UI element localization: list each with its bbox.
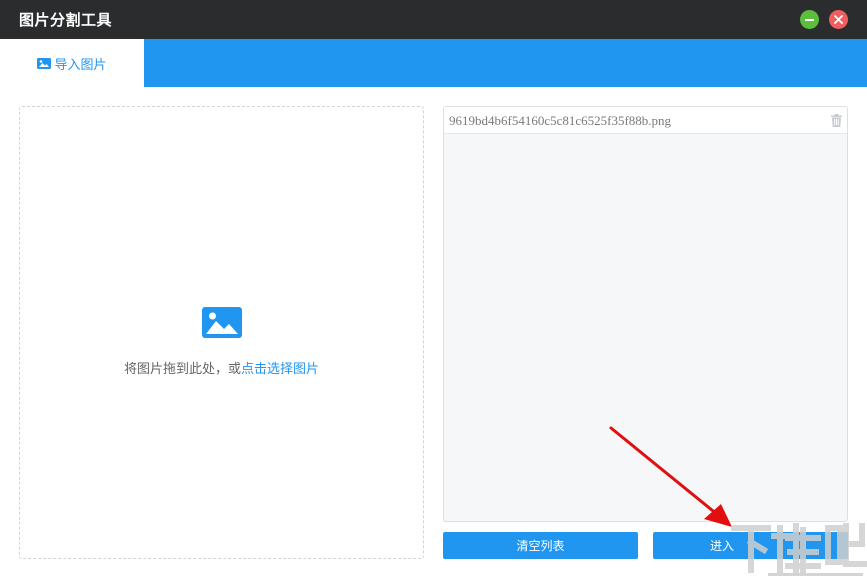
image-dropzone[interactable]: 将图片拖到此处，或点击选择图片 <box>19 106 424 559</box>
app-title: 图片分割工具 <box>19 11 113 29</box>
list-item[interactable]: 9619bd4b6f54160c5c81c6525f35f88b.png <box>444 107 847 134</box>
tab-label: 导入图片 <box>54 57 107 73</box>
dropzone-hint: 将图片拖到此处，或点击选择图片 <box>20 358 423 377</box>
select-image-link[interactable]: 点击选择图片 <box>241 362 319 377</box>
tab-bar: 导入图片 <box>0 39 867 87</box>
enter-button[interactable]: 进入 <box>653 532 848 559</box>
file-list: 9619bd4b6f54160c5c81c6525f35f88b.png <box>443 106 848 522</box>
tab-import-image[interactable]: 导入图片 <box>0 39 144 87</box>
image-icon <box>37 57 52 69</box>
minimize-button[interactable] <box>800 10 819 29</box>
close-icon <box>834 15 843 24</box>
dropzone-text: 将图片拖到此处，或 <box>123 362 241 377</box>
title-bar: 图片分割工具 <box>0 0 867 39</box>
trash-icon[interactable] <box>831 114 842 127</box>
close-button[interactable] <box>829 10 848 29</box>
file-name: 9619bd4b6f54160c5c81c6525f35f88b.png <box>449 113 672 128</box>
clear-list-button[interactable]: 清空列表 <box>443 532 638 559</box>
image-icon <box>202 307 242 338</box>
